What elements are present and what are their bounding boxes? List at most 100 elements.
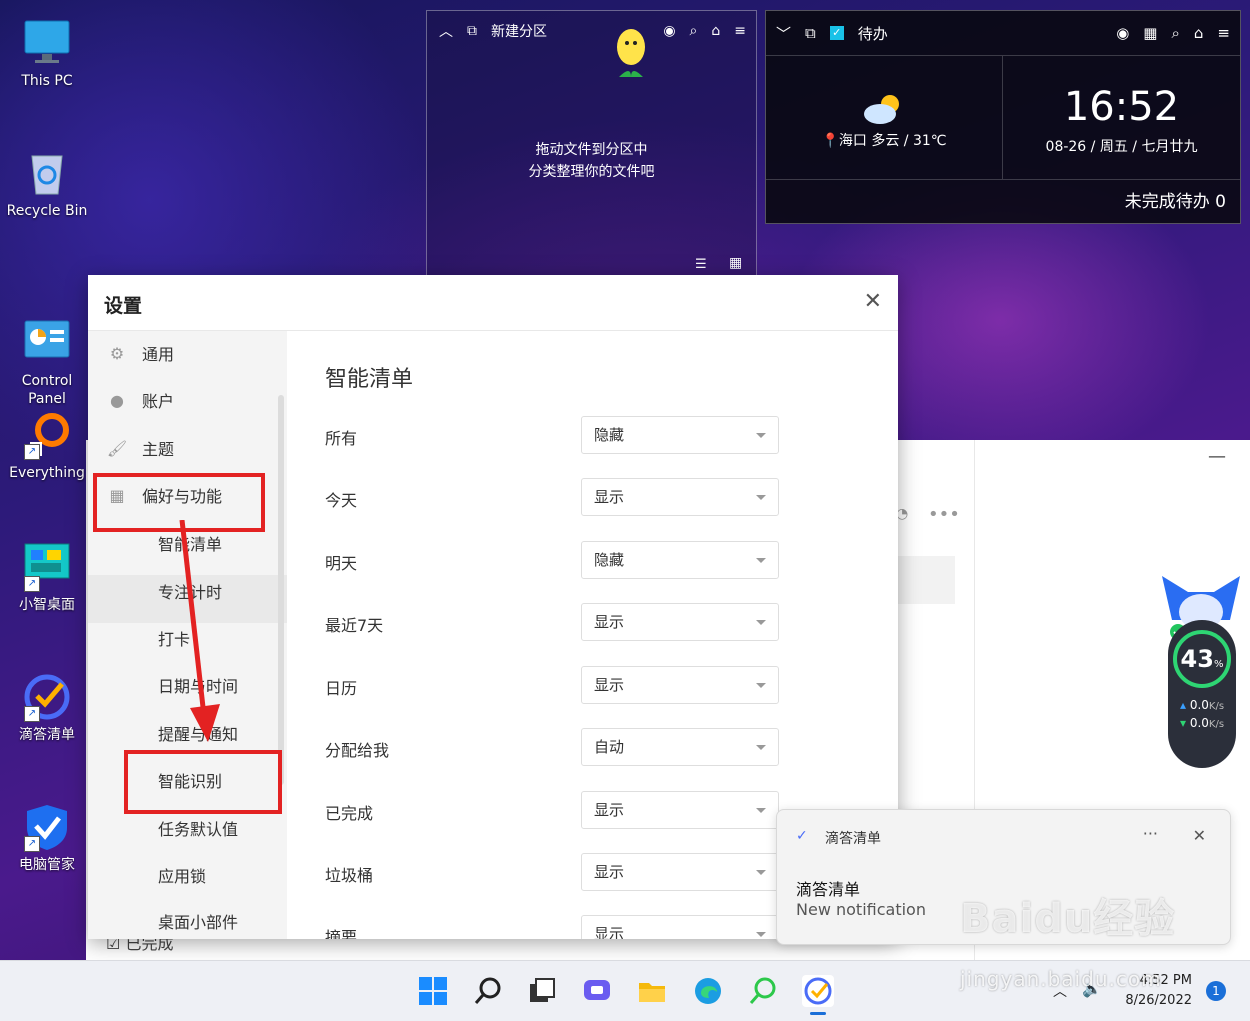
fence-title: 待办 [857,24,888,43]
notification-body: New notification [796,900,926,919]
chevron-down-icon [756,745,766,750]
file-explorer-icon[interactable] [636,975,668,1007]
select-value: 显示 [594,488,625,506]
desktop-icon-label: Control Panel [21,373,73,407]
select-value: 隐藏 [594,426,625,444]
weather-panel: 📍海口 多云 / 31℃ [766,56,1003,180]
desktop-icon-label: Recycle Bin [6,203,88,219]
select-value: 自动 [594,738,625,756]
control-panel-icon [22,300,72,358]
sidebar-item-label: 账户 [142,392,175,411]
shortcut-arrow-icon: ↗ [24,444,40,460]
select-summary[interactable]: 显示 [581,915,779,939]
desktop-icon-pc-manager[interactable]: ↗ 电脑管家 [4,802,90,874]
select-completed[interactable]: 显示 [581,791,779,829]
sidebar-subitem-task-defaults[interactable]: 任务默认值 [158,816,238,840]
desktop-icon-this-pc[interactable]: This PC [4,18,90,90]
calendar-icon[interactable]: ▦ [1143,24,1157,42]
baidu-watermark: Baidu经验 [960,896,1176,942]
more-icon[interactable]: ••• [928,504,960,525]
search-icon[interactable]: ⌕ [690,23,698,39]
desktop-fence-new[interactable]: ︿ ⧉ 新建分区 ◉ ⌕ ⌂ ≡ 拖动文件到分区中 分类整理你的文件吧 ☰ ▦ [426,10,757,276]
row-label-tomorrow: 明天 [325,554,358,573]
desktop-fence-todo[interactable]: ﹀ ⧉ ✓ 待办 ◉ ▦ ⌕ ⌂ ≡ 📍海口 多云 / 31℃ 16:52 08… [765,10,1241,224]
sidebar-item-theme[interactable]: 🖌 主题 [106,436,174,460]
recycle-bin-icon [22,148,72,198]
menu-icon[interactable]: ≡ [1217,24,1230,42]
sidebar-item-account[interactable]: ● 账户 [106,388,174,412]
green-search-icon[interactable] [747,975,779,1007]
sidebar-subitem-app-lock[interactable]: 应用锁 [158,863,206,887]
row-label-next-7-days: 最近7天 [325,616,384,635]
fence-hint-line2: 分类整理你的文件吧 [528,164,655,180]
popout-icon[interactable]: ⧉ [805,24,816,42]
everything-search-icon: ↗ [22,410,72,460]
close-icon[interactable]: ✕ [864,289,882,314]
notification-badge[interactable]: 1 [1206,981,1226,1001]
desktop-icon-ticktick[interactable]: ↗ 滴答清单 [4,672,90,744]
collapse-icon[interactable]: ﹀ [776,23,791,44]
select-all[interactable]: 隐藏 [581,416,779,454]
desktop-icon-control-panel[interactable]: Control Panel [4,282,90,426]
shield-icon: ↗ [22,802,72,852]
annotation-arrow-icon [179,520,220,742]
ticktick-icon: ✓ [796,828,808,844]
menu-icon[interactable]: ≡ [734,23,746,39]
sidebar-item-general[interactable]: ⚙ 通用 [106,341,174,365]
desktop-icon-label: This PC [21,73,73,89]
sidebar-scrollbar[interactable] [278,395,284,785]
network-speed-widget[interactable]: 43% ▴ 0.0K/s ▾ 0.0K/s [1168,620,1236,768]
search-icon[interactable]: ⌕ [1171,24,1179,42]
desktop-icon-label: 小智桌面 [19,597,75,613]
desktop-icon-xiaozhi[interactable]: ↗ 小智桌面 [4,542,90,614]
desktop-icon-everything[interactable]: ↗ Everything [4,410,90,482]
select-calendar[interactable]: 显示 [581,666,779,704]
chevron-down-icon [756,558,766,563]
desktop-icon-recycle-bin[interactable]: Recycle Bin [4,148,90,220]
grid-icon[interactable]: ▦ [729,255,742,271]
ticktick-taskbar-icon[interactable] [802,975,834,1015]
select-today[interactable]: 显示 [581,478,779,516]
select-assigned-to-me[interactable]: 自动 [581,728,779,766]
paint-brush-icon: 🖌 [106,438,128,458]
xiaozhi-desktop-icon: ↗ [22,542,72,592]
user-icon[interactable]: ◉ [1116,24,1129,42]
search-icon[interactable] [472,975,504,1007]
select-trash[interactable]: 显示 [581,853,779,891]
usage-percent: 43 [1180,645,1214,673]
taskbar-date: 8/26/2022 [1125,993,1192,1008]
minimize-icon[interactable]: — [1208,446,1226,467]
row-label-summary: 摘要 [325,928,358,939]
shortcut-arrow-icon: ↗ [24,706,40,722]
chat-icon[interactable] [581,975,613,1007]
notification-title: 滴答清单 [796,880,861,899]
close-icon[interactable]: ✕ [1193,826,1206,845]
upload-speed-unit: K/s [1208,701,1225,712]
weather-text: 海口 多云 / 31℃ [838,133,947,149]
chevron-down-icon [756,433,766,438]
select-next-7-days[interactable]: 显示 [581,603,779,641]
task-view-icon[interactable] [526,975,558,1007]
user-icon: ● [110,390,124,410]
collapse-icon[interactable]: ︿ [439,21,453,41]
skin-icon[interactable]: ⌂ [711,23,720,39]
edge-browser-icon[interactable] [692,975,724,1007]
sidebar-item-label: 主题 [142,440,175,459]
select-tomorrow[interactable]: 隐藏 [581,541,779,579]
more-icon[interactable]: ··· [1143,824,1158,843]
clock-date: 08-26 / 周五 / 七月廿九 [1045,139,1198,155]
sidebar-subitem-widgets[interactable]: 桌面小部件 [158,909,238,933]
start-icon[interactable] [417,975,449,1007]
desktop-icon-label: 滴答清单 [19,727,75,743]
sort-icon[interactable]: ☰ [695,257,707,272]
popout-icon[interactable]: ⧉ [467,23,477,39]
row-label-assigned-to-me: 分配给我 [325,741,390,760]
skin-icon[interactable]: ⌂ [1194,24,1204,42]
select-value: 显示 [594,676,625,694]
row-label-calendar: 日历 [325,679,358,698]
ticktick-icon: ↗ [22,672,72,722]
select-value: 隐藏 [594,551,625,569]
baidu-watermark-url: jingyan.baidu.com [960,967,1162,991]
shortcut-arrow-icon: ↗ [24,576,40,592]
user-icon[interactable]: ◉ [663,23,675,39]
